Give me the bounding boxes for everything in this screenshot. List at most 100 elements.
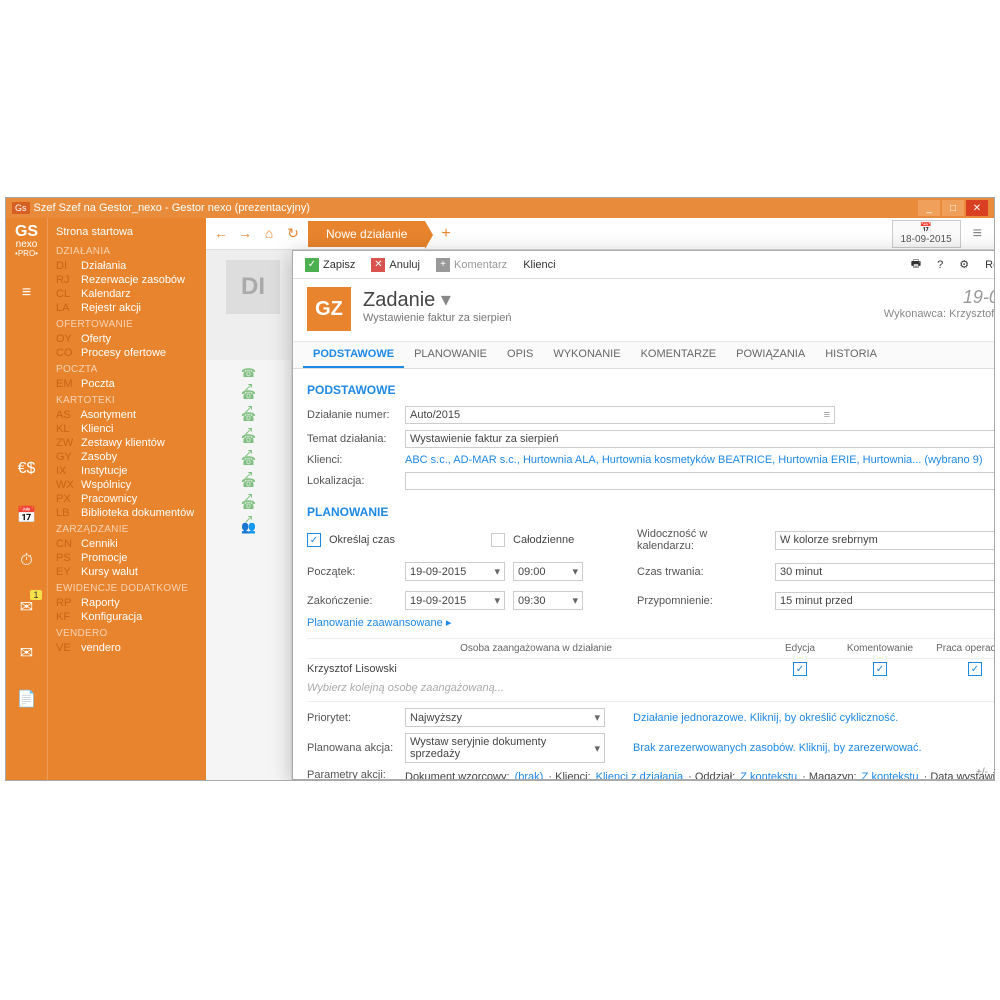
sidebar-item[interactable]: AS Asortyment (48, 408, 206, 422)
sidebar-item[interactable]: GY Zasoby (48, 450, 206, 464)
dialog-tab[interactable]: PLANOWANIE (404, 342, 497, 368)
sidebar-item[interactable]: KL Klienci (48, 422, 206, 436)
date-box[interactable]: 📅18-09-2015 (892, 220, 961, 248)
end-date-select[interactable]: 19-09-2015 (405, 591, 505, 610)
reminder-input[interactable]: 15 minut przed≡ (775, 592, 994, 610)
dialog-tab[interactable]: KOMENTARZE (631, 342, 727, 368)
clients-label: Klienci: (307, 454, 397, 466)
sidebar-item[interactable]: CL Kalendarz (48, 287, 206, 301)
tab-new-action[interactable]: Nowe działanie (308, 221, 425, 247)
sidebar-item[interactable]: EY Kursy walut (48, 565, 206, 579)
clients-link[interactable]: ABC s.c., AD-MAR s.c., Hurtownia ALA, Hu… (405, 454, 994, 466)
nav-group-header: ZARZĄDZANIE (48, 520, 206, 537)
role-row: Krzysztof Lisowski ✓ ✓ ✓ ✓ (307, 659, 994, 679)
register-work-button[interactable]: Rejestruj pracę (979, 257, 994, 273)
start-date-select[interactable]: 19-09-2015 (405, 562, 505, 581)
document-icon[interactable]: 📄 (16, 688, 38, 710)
nav-group-header: POCZTA (48, 360, 206, 377)
cancel-button[interactable]: ✕Anuluj (365, 256, 426, 274)
visibility-select[interactable]: W kolorze srebrnym (775, 531, 994, 550)
location-label: Lokalizacja: (307, 475, 397, 487)
role-col-comment: Komentowanie (835, 643, 925, 654)
role-add-input[interactable]: Wybierz kolejną osobę zaangażowaną... (307, 682, 504, 694)
timer-icon[interactable]: ⏱ (16, 550, 38, 572)
print-icon[interactable]: 🖶 (905, 253, 927, 276)
sidebar-item[interactable]: LA Rejestr akcji (48, 301, 206, 315)
sidebar-item[interactable]: IX Instytucje (48, 464, 206, 478)
forward-icon[interactable]: → (236, 225, 254, 243)
task-subtitle: Wystawienie faktur za sierpień (363, 312, 511, 324)
task-type-badge: GZ (307, 287, 351, 331)
tab-add-icon[interactable]: + (431, 225, 460, 243)
sidebar-item[interactable]: OY Oferty (48, 332, 206, 346)
sidebar-item[interactable]: DI Działania (48, 259, 206, 273)
sidebar-item[interactable]: CO Procesy ofertowe (48, 346, 206, 360)
back-icon[interactable]: ← (212, 225, 230, 243)
role-edit-checkbox[interactable]: ✓ (793, 662, 807, 676)
zoom-toggle[interactable]: +/- (976, 767, 988, 778)
resources-link[interactable]: Brak zarezerwowanych zasobów. Kliknij, b… (633, 742, 922, 754)
save-button[interactable]: ✓Zapisz (299, 256, 361, 274)
gear-icon[interactable]: ⚙ (953, 256, 975, 273)
start-time-select[interactable]: 09:00 (513, 562, 583, 581)
sidebar-item[interactable]: EM Poczta (48, 377, 206, 391)
recurrence-link[interactable]: Działanie jednorazowe. Kliknij, by okreś… (633, 712, 898, 724)
params-label: Parametry akcji: (307, 769, 397, 779)
sidebar-item[interactable]: LB Biblioteka dokumentów (48, 506, 206, 520)
sidebar-item[interactable]: VE vendero (48, 641, 206, 655)
role-oper-checkbox[interactable]: ✓ (968, 662, 982, 676)
menu-toggle-icon[interactable]: ≡ (967, 225, 988, 243)
sidebar-item[interactable]: ZW Zestawy klientów (48, 436, 206, 450)
comment-button[interactable]: +Komentarz (430, 256, 513, 274)
allday-checkbox[interactable] (491, 533, 505, 547)
duration-input[interactable]: 30 minut≡ (775, 563, 994, 581)
dialog-tab[interactable]: OPIS (497, 342, 543, 368)
role-person: Krzysztof Lisowski (307, 663, 765, 675)
sidebar-item[interactable]: CN Cenniki (48, 537, 206, 551)
home-icon[interactable]: ⌂ (260, 225, 278, 243)
refresh-icon[interactable]: ↻ (284, 225, 302, 243)
num-input[interactable]: Auto/2015≡ (405, 406, 835, 424)
dialog-tab[interactable]: WYKONANIE (543, 342, 630, 368)
location-input[interactable]: ≡ (405, 472, 994, 490)
task-title: Zadanie (363, 289, 435, 311)
role-comment-checkbox[interactable]: ✓ (873, 662, 887, 676)
sidebar-item[interactable]: PS Promocje (48, 551, 206, 565)
help-icon[interactable]: ? (931, 257, 949, 273)
calendar-icon[interactable]: 📅 (16, 504, 38, 526)
sidebar-item[interactable]: PX Pracownicy (48, 492, 206, 506)
minimize-button[interactable]: _ (918, 200, 940, 216)
sidebar-item[interactable]: WX Wspólnicy (48, 478, 206, 492)
role-col-person: Osoba zaangażowana w działanie (307, 643, 765, 654)
dialog-tab[interactable]: POWIĄZANIA (726, 342, 815, 368)
spec-time-checkbox[interactable]: ✓ (307, 533, 321, 547)
titlebar: Gs Szef Szef na Gestor_nexo - Gestor nex… (6, 198, 994, 218)
app-icon: Gs (12, 202, 30, 214)
advanced-planning-link[interactable]: Planowanie zaawansowane ▸ (307, 616, 451, 629)
title-dropdown-icon[interactable]: ▾ (441, 289, 451, 311)
sidebar-item[interactable]: RJ Rezerwacje zasobów (48, 273, 206, 287)
topic-label: Temat działania: (307, 433, 397, 445)
role-col-oper: Praca operacyjna (925, 643, 994, 654)
menu-icon[interactable]: ≡ (16, 282, 38, 304)
currency-icon[interactable]: €$ (16, 458, 38, 480)
num-label: Działanie numer: (307, 409, 397, 421)
dialog-tab[interactable]: HISTORIA (815, 342, 887, 368)
sidebar-item[interactable]: KF Konfiguracja (48, 610, 206, 624)
end-time-select[interactable]: 09:30 (513, 591, 583, 610)
sidebar-item[interactable]: RP Raporty (48, 596, 206, 610)
close-button[interactable]: ✕ (966, 200, 988, 216)
mail-icon[interactable]: ✉ (16, 642, 38, 664)
dialog-tab[interactable]: PODSTAWOWE (303, 342, 404, 368)
start-label: Początek: (307, 566, 397, 578)
maximize-button[interactable]: □ (942, 200, 964, 216)
mail-new-icon[interactable]: ✉1 (16, 596, 38, 618)
action-select[interactable]: Wystaw seryjnie dokumenty sprzedaży (405, 733, 605, 763)
task-dialog: ✓Zapisz ✕Anuluj +Komentarz Klienci 🖶 ? ⚙… (292, 250, 994, 780)
icon-rail: GS nexo •PRO• ≡ €$ 📅 ⏱ ✉1 ✉ 📄 (6, 218, 48, 780)
nav-group-header: OFERTOWANIE (48, 315, 206, 332)
priority-select[interactable]: Najwyższy (405, 708, 605, 727)
clients-button[interactable]: Klienci (517, 257, 561, 273)
topic-input[interactable]: Wystawienie faktur za sierpień (405, 430, 994, 448)
nav-home[interactable]: Strona startowa (48, 222, 206, 242)
